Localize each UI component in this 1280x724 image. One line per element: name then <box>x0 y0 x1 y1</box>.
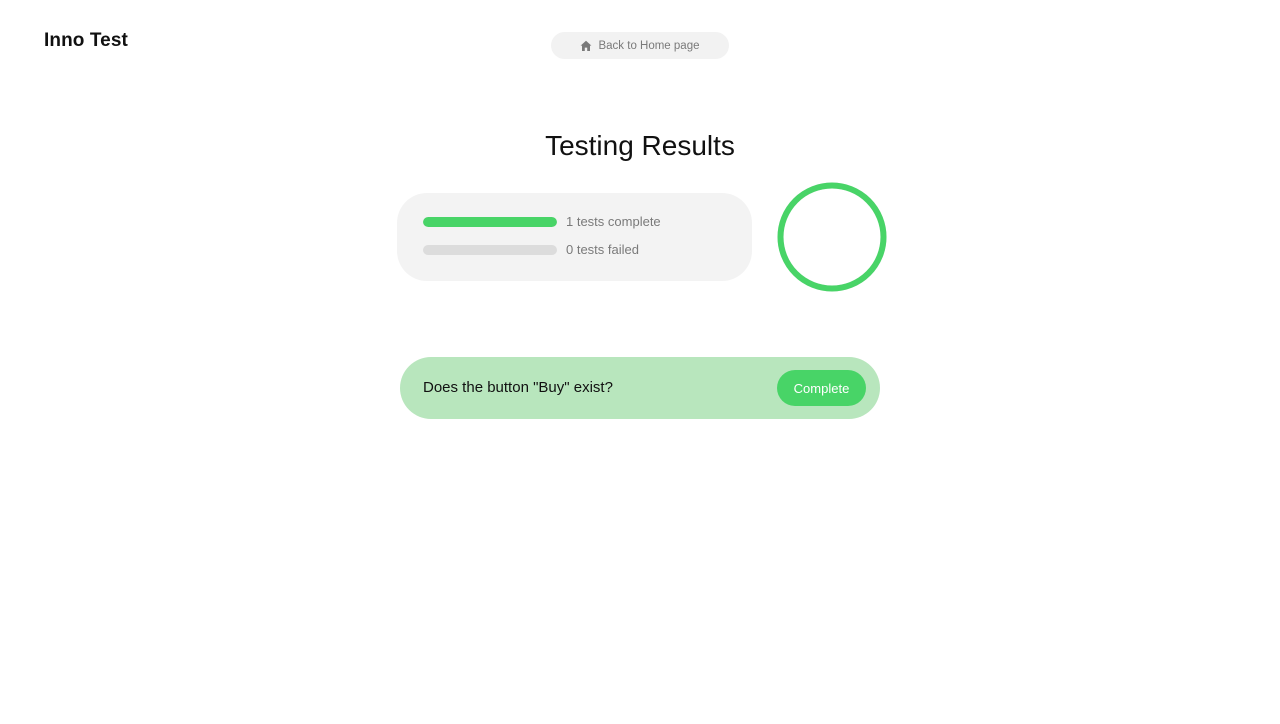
results-summary-card: 1 tests complete 0 tests failed <box>397 193 752 281</box>
page: Inno Test Back to Home page Testing Resu… <box>0 0 1280 724</box>
complete-progress-bar <box>423 216 557 227</box>
test-status-button[interactable]: Complete <box>777 370 866 406</box>
complete-progress-fill <box>423 216 557 227</box>
back-to-home-label: Back to Home page <box>598 39 700 52</box>
back-to-home-button[interactable]: Back to Home page <box>551 32 729 59</box>
page-title: Testing Results <box>545 130 735 161</box>
results-ring-chart <box>777 182 887 292</box>
brand-logo[interactable]: Inno Test <box>44 30 128 52</box>
test-item: Does the button "Buy" exist? Complete <box>400 357 880 419</box>
test-question: Does the button "Buy" exist? <box>423 379 613 396</box>
ring-pass-arc <box>777 182 887 292</box>
complete-stat: 1 tests complete <box>423 214 661 229</box>
failed-stat: 0 tests failed <box>423 242 639 257</box>
failed-progress-bar <box>423 244 557 255</box>
complete-count-label: 1 tests complete <box>566 214 661 229</box>
home-icon <box>580 40 592 52</box>
failed-count-label: 0 tests failed <box>566 242 639 257</box>
